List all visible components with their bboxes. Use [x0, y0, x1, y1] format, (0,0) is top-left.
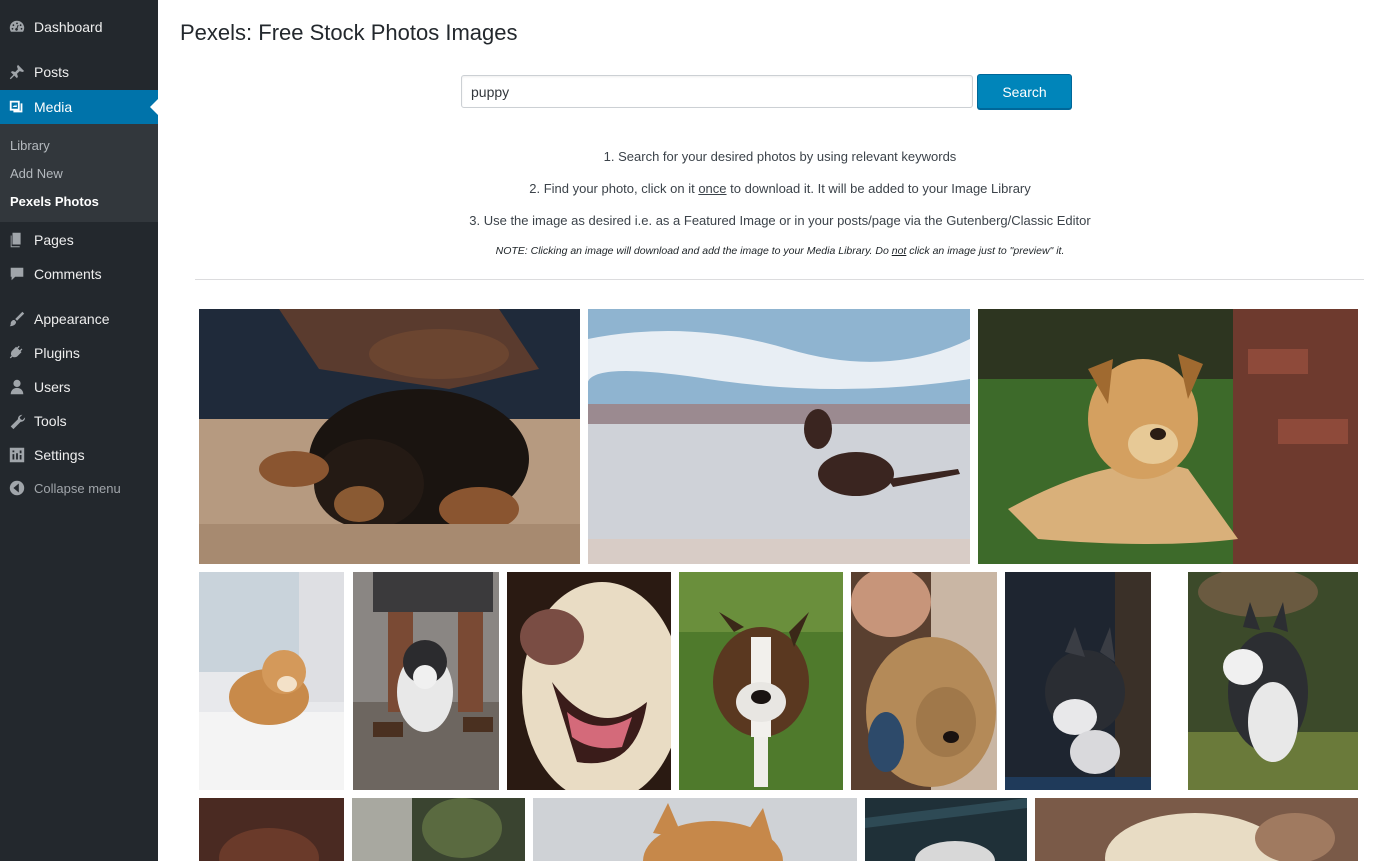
- current-menu-arrow: [150, 99, 158, 115]
- media-icon: [0, 98, 34, 116]
- photo-thumbnail[interactable]: [851, 572, 997, 790]
- submenu-item-add-new[interactable]: Add New: [10, 166, 63, 181]
- sidebar-item-label: Appearance: [34, 311, 110, 327]
- sidebar-item-pages[interactable]: Pages: [0, 223, 158, 257]
- sidebar-item-comments[interactable]: Comments: [0, 257, 158, 291]
- search-button[interactable]: Search: [977, 74, 1072, 109]
- page-title: Pexels: Free Stock Photos Images: [180, 20, 518, 45]
- submenu-item-pexels-photos[interactable]: Pexels Photos: [10, 194, 99, 209]
- comment-icon: [0, 265, 34, 283]
- paintbrush-icon: [0, 310, 34, 328]
- photo-thumbnail[interactable]: [1188, 572, 1358, 790]
- instruction-step-1: 1. Search for your desired photos by usi…: [603, 149, 957, 164]
- media-submenu: Library Add New Pexels Photos: [0, 124, 158, 222]
- photo-thumbnail[interactable]: [533, 798, 857, 861]
- sidebar-item-appearance[interactable]: Appearance: [0, 302, 158, 336]
- sidebar-item-users[interactable]: Users: [0, 370, 158, 404]
- users-icon: [0, 378, 34, 396]
- photo-thumbnail[interactable]: [507, 572, 671, 790]
- collapse-menu-button[interactable]: Collapse menu: [0, 471, 158, 505]
- photo-thumbnail[interactable]: [865, 798, 1027, 861]
- download-note: NOTE: Clicking an image will download an…: [495, 245, 1065, 257]
- instruction-step-3: 3. Use the image as desired i.e. as a Fe…: [469, 213, 1091, 228]
- sidebar-item-settings[interactable]: Settings: [0, 438, 158, 472]
- submenu-item-library[interactable]: Library: [10, 138, 50, 153]
- dashboard-icon: [0, 18, 34, 36]
- admin-sidebar: Dashboard Posts Media Library Add New Pe…: [0, 0, 158, 861]
- sidebar-item-media[interactable]: Media: [0, 90, 158, 124]
- sidebar-item-label: Users: [34, 379, 71, 395]
- photo-thumbnail[interactable]: [588, 309, 970, 564]
- sidebar-item-label: Settings: [34, 447, 85, 463]
- sidebar-item-plugins[interactable]: Plugins: [0, 336, 158, 370]
- settings-icon: [0, 446, 34, 464]
- sidebar-item-label: Plugins: [34, 345, 80, 361]
- photo-thumbnail[interactable]: [978, 309, 1358, 564]
- photo-thumbnail[interactable]: [199, 572, 344, 790]
- photo-thumbnail[interactable]: [352, 798, 525, 861]
- sidebar-item-label: Tools: [34, 413, 67, 429]
- sidebar-item-dashboard[interactable]: Dashboard: [0, 10, 158, 44]
- sidebar-item-label: Media: [34, 99, 73, 115]
- sidebar-item-label: Pages: [34, 232, 74, 248]
- sidebar-item-posts[interactable]: Posts: [0, 55, 158, 89]
- sidebar-item-tools[interactable]: Tools: [0, 404, 158, 438]
- plugin-icon: [0, 344, 34, 362]
- photo-thumbnail[interactable]: [1005, 572, 1151, 790]
- divider: [195, 279, 1364, 280]
- search-input[interactable]: [461, 75, 973, 108]
- collapse-label: Collapse menu: [34, 480, 121, 496]
- wrench-icon: [0, 412, 34, 430]
- sidebar-item-label: Dashboard: [34, 19, 103, 35]
- sidebar-item-label: Comments: [34, 266, 102, 282]
- photo-thumbnail[interactable]: [199, 309, 580, 564]
- collapse-arrow-icon: [0, 479, 34, 497]
- photo-thumbnail[interactable]: [353, 572, 499, 790]
- pushpin-icon: [0, 63, 34, 81]
- photo-thumbnail[interactable]: [199, 798, 344, 861]
- sidebar-item-label: Posts: [34, 64, 70, 80]
- photo-thumbnail[interactable]: [679, 572, 843, 790]
- pages-icon: [0, 231, 34, 249]
- instruction-step-2: 2. Find your photo, click on it once to …: [529, 181, 1031, 196]
- photo-thumbnail[interactable]: [1035, 798, 1358, 861]
